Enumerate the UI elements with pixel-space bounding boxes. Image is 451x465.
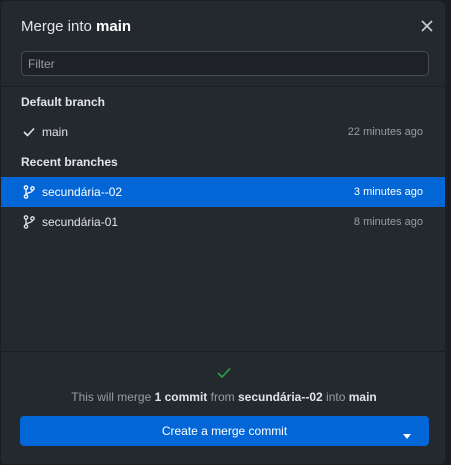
branch-icon bbox=[21, 214, 37, 230]
filter-wrap bbox=[1, 51, 445, 76]
branch-name: secundária--02 bbox=[42, 185, 123, 199]
summary-target: main bbox=[348, 390, 377, 404]
merge-footer: This will merge 1 commit from secundária… bbox=[1, 351, 445, 464]
chevron-down-icon[interactable] bbox=[403, 428, 411, 442]
branch-item-secundaria-02[interactable]: secundária--02 3 minutes ago bbox=[1, 177, 445, 207]
dialog-title: Merge into main bbox=[21, 18, 131, 35]
dialog-header: Merge into main bbox=[1, 1, 445, 51]
filter-input[interactable] bbox=[21, 51, 429, 76]
create-merge-commit-button[interactable]: Create a merge commit bbox=[20, 416, 429, 446]
merge-dialog: Merge into main Default branch main 22 m… bbox=[0, 0, 446, 465]
summary-text: into bbox=[326, 390, 346, 404]
summary-source: secundária--02 bbox=[237, 390, 323, 404]
branch-name: secundária-01 bbox=[42, 215, 119, 229]
summary-text: from bbox=[210, 390, 235, 404]
branch-item-secundaria-01[interactable]: secundária-01 8 minutes ago bbox=[1, 207, 445, 237]
close-icon[interactable] bbox=[417, 16, 437, 36]
group-header-default: Default branch bbox=[21, 95, 106, 109]
branch-time: 8 minutes ago bbox=[353, 216, 423, 228]
success-check-icon bbox=[217, 366, 233, 382]
branch-time: 22 minutes ago bbox=[347, 126, 423, 138]
summary-text: This will merge bbox=[71, 390, 152, 404]
summary-count: 1 commit bbox=[154, 390, 208, 404]
title-branch: main bbox=[96, 17, 132, 35]
group-header-recent: Recent branches bbox=[21, 155, 118, 169]
branch-item-main[interactable]: main 22 minutes ago bbox=[1, 117, 445, 147]
merge-summary: This will merge 1 commit from secundária… bbox=[1, 390, 445, 404]
title-prefix: Merge into bbox=[21, 17, 92, 35]
branch-time: 3 minutes ago bbox=[353, 186, 423, 198]
check-icon bbox=[21, 124, 37, 140]
branch-list: Default branch main 22 minutes ago Recen… bbox=[1, 86, 445, 351]
button-label: Create a merge commit bbox=[161, 424, 288, 438]
branch-icon bbox=[21, 184, 37, 200]
branch-name: main bbox=[42, 125, 69, 139]
